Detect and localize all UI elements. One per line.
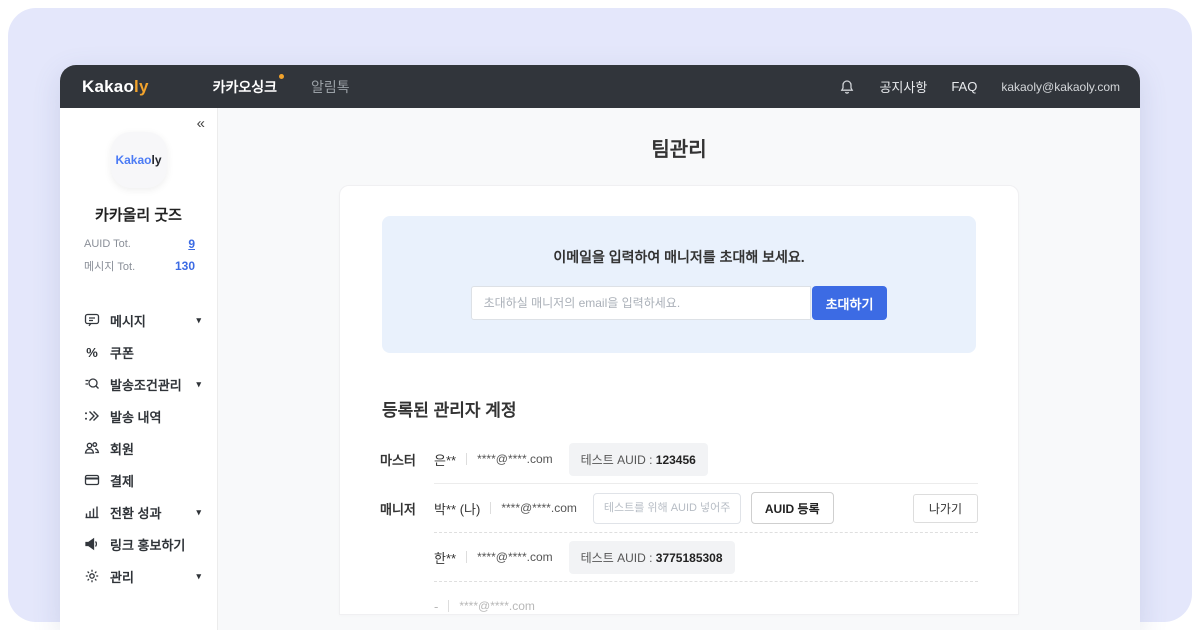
top-navbar: Kakaoly 카카오싱크 알림톡 공지사항 FAQ kakaoly@kakao… xyxy=(60,65,1140,108)
admin-email: ****@****.com xyxy=(501,501,577,515)
send-history-icon xyxy=(84,408,100,424)
test-auid-badge: 테스트 AUID : 3775185308 xyxy=(569,541,735,574)
tab-alimtalk[interactable]: 알림톡 xyxy=(311,77,350,97)
invite-message: 이메일을 입력하여 매니저를 초대해 보세요. xyxy=(382,247,976,267)
badge-prefix: 테스트 AUID : xyxy=(581,551,653,565)
admin-name: - xyxy=(434,599,438,614)
logo-text-accent: ly xyxy=(134,77,149,96)
admin-name: 한** xyxy=(434,548,456,567)
tab-alimtalk-label: 알림톡 xyxy=(311,79,350,95)
admins-heading: 등록된 관리자 계정 xyxy=(382,396,976,421)
invite-email-input[interactable] xyxy=(471,286,811,320)
sidebar-item-label: 회원 xyxy=(110,439,134,458)
admin-row-manager-self: 매니저 박** (나) ****@****.com AUID 등록 나가기 xyxy=(380,484,978,533)
avatar-text-accent: ly xyxy=(152,153,162,167)
role-label: 마스터 xyxy=(380,435,434,484)
badge-value: 123456 xyxy=(656,453,696,467)
divider xyxy=(466,551,467,563)
sidebar-collapse-icon[interactable]: « xyxy=(197,116,205,131)
nav-notice-link[interactable]: 공지사항 xyxy=(879,77,927,96)
chevron-down-icon[interactable]: ▾ xyxy=(196,507,201,518)
divider xyxy=(466,453,467,465)
admin-row-manager: 한** ****@****.com 테스트 AUID : 3775185308 xyxy=(380,533,978,582)
chevron-down-icon[interactable]: ▾ xyxy=(196,315,201,326)
sidebar-item-label: 전환 성과 xyxy=(110,503,161,522)
bell-icon[interactable] xyxy=(839,79,855,95)
stat-message-label: 메시지 Tot. xyxy=(84,258,135,274)
admin-row-pending: - ****@****.com xyxy=(380,582,978,630)
stat-auid-total: AUID Tot. 9 xyxy=(84,237,195,251)
members-icon xyxy=(84,440,100,456)
sidebar-item-payment[interactable]: 결제 xyxy=(84,464,201,496)
sidebar-item-send-history[interactable]: 발송 내역 xyxy=(84,400,201,432)
role-label xyxy=(380,582,434,630)
admin-account-list: 마스터 은** ****@****.com 테스트 AUID : 123456 … xyxy=(380,435,978,630)
main-content: 팀관리 이메일을 입력하여 매니저를 초대해 보세요. 초대하기 등록된 관리자… xyxy=(218,108,1140,630)
tab-kakao-sync[interactable]: 카카오싱크 xyxy=(213,77,277,97)
sidebar-menu: 메시지 ▾ % 쿠폰 발송조건관리 ▾ xyxy=(84,304,201,592)
navbar-right: 공지사항 FAQ kakaoly@kakaoly.com xyxy=(839,77,1120,96)
sidebar-item-label: 쿠폰 xyxy=(110,343,134,362)
payment-icon xyxy=(84,472,100,488)
avatar-text-primary: Kakao xyxy=(115,153,151,167)
sidebar-item-messages[interactable]: 메시지 ▾ xyxy=(84,304,201,336)
sidebar-item-link-promo[interactable]: 링크 홍보하기 xyxy=(84,528,201,560)
chevron-down-icon[interactable]: ▾ xyxy=(196,571,201,582)
role-label xyxy=(380,533,434,582)
workspace-stats: AUID Tot. 9 메시지 Tot. 130 xyxy=(84,237,195,274)
app-window: Kakaoly 카카오싱크 알림톡 공지사항 FAQ kakaoly@kakao… xyxy=(60,65,1140,630)
stat-message-value[interactable]: 130 xyxy=(175,259,195,273)
sidebar-item-label: 발송조건관리 xyxy=(110,375,182,394)
stat-auid-label: AUID Tot. xyxy=(84,238,131,250)
sidebar-item-label: 링크 홍보하기 xyxy=(110,535,185,554)
bar-chart-icon xyxy=(84,504,100,520)
sidebar: « Kakaoly 카카올리 굿즈 AUID Tot. 9 메시지 Tot. 1… xyxy=(60,108,218,630)
admin-email: ****@****.com xyxy=(477,550,553,564)
filter-search-icon xyxy=(84,376,100,392)
divider xyxy=(448,600,449,612)
message-icon xyxy=(84,312,100,328)
coupon-icon: % xyxy=(84,345,100,360)
sidebar-item-send-conditions[interactable]: 발송조건관리 ▾ xyxy=(84,368,201,400)
test-auid-badge: 테스트 AUID : 123456 xyxy=(569,443,708,476)
admin-email: ****@****.com xyxy=(459,599,535,613)
badge-value: 3775185308 xyxy=(656,551,723,565)
team-management-card: 이메일을 입력하여 매니저를 초대해 보세요. 초대하기 등록된 관리자 계정 … xyxy=(339,185,1019,615)
invite-manager-panel: 이메일을 입력하여 매니저를 초대해 보세요. 초대하기 xyxy=(382,216,976,353)
leave-team-button[interactable]: 나가기 xyxy=(913,494,978,523)
divider xyxy=(490,502,491,514)
workspace-avatar[interactable]: Kakaoly xyxy=(111,132,167,188)
admin-name: 은** xyxy=(434,450,456,469)
auid-input[interactable] xyxy=(593,493,741,524)
auid-register-button[interactable]: AUID 등록 xyxy=(751,492,834,524)
new-badge-dot-icon xyxy=(279,74,284,79)
sidebar-item-admin[interactable]: 관리 ▾ xyxy=(84,560,201,592)
admin-row-master: 마스터 은** ****@****.com 테스트 AUID : 123456 xyxy=(380,435,978,484)
tab-kakao-sync-label: 카카오싱크 xyxy=(213,79,277,95)
workspace-name: 카카올리 굿즈 xyxy=(60,204,217,225)
invite-button[interactable]: 초대하기 xyxy=(812,286,888,320)
sidebar-item-label: 발송 내역 xyxy=(110,407,161,426)
sidebar-item-label: 메시지 xyxy=(110,311,146,330)
megaphone-icon xyxy=(84,536,100,552)
sidebar-item-label: 관리 xyxy=(110,567,134,586)
admin-email: ****@****.com xyxy=(477,452,553,466)
sidebar-item-label: 결제 xyxy=(110,471,134,490)
sidebar-item-conversion[interactable]: 전환 성과 ▾ xyxy=(84,496,201,528)
role-label: 매니저 xyxy=(380,484,434,533)
chevron-down-icon[interactable]: ▾ xyxy=(196,379,201,390)
badge-prefix: 테스트 AUID : xyxy=(581,453,653,467)
admin-name: 박** (나) xyxy=(434,499,480,518)
gear-icon xyxy=(84,568,100,584)
stat-auid-value[interactable]: 9 xyxy=(188,237,195,251)
nav-tabs: 카카오싱크 알림톡 xyxy=(213,77,350,97)
logo-text-primary: Kakao xyxy=(82,77,134,96)
sidebar-item-members[interactable]: 회원 xyxy=(84,432,201,464)
stat-message-total: 메시지 Tot. 130 xyxy=(84,258,195,274)
account-email[interactable]: kakaoly@kakaoly.com xyxy=(1001,80,1120,94)
app-logo[interactable]: Kakaoly xyxy=(82,77,149,97)
nav-faq-link[interactable]: FAQ xyxy=(951,79,977,94)
page-title: 팀관리 xyxy=(218,133,1140,162)
sidebar-item-coupon[interactable]: % 쿠폰 xyxy=(84,336,201,368)
